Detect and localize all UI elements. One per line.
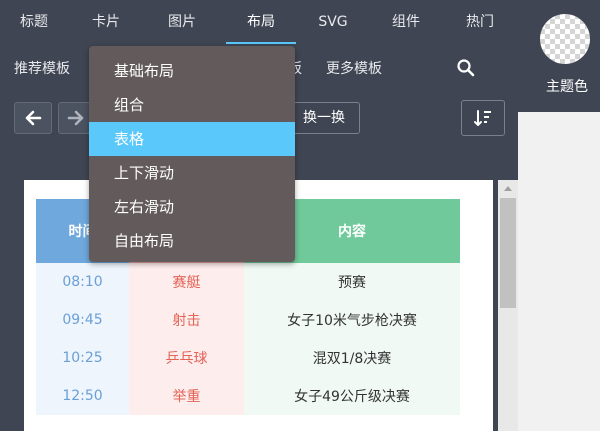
table-row: 08:10 赛艇 预赛 bbox=[36, 263, 460, 301]
table-row: 12:50 举重 女子49公斤级决赛 bbox=[36, 377, 460, 415]
table-cell-time: 08:10 bbox=[36, 263, 129, 301]
more-templates-link[interactable]: 更多模板 bbox=[326, 52, 382, 86]
table-row: 10:25 乒乓球 混双1/8决赛 bbox=[36, 339, 460, 377]
arrow-right-icon bbox=[67, 110, 84, 126]
scrollbar-thumb[interactable] bbox=[500, 198, 516, 308]
recommended-templates-link[interactable]: 推荐模板 bbox=[14, 52, 70, 86]
table-cell-event: 混双1/8决赛 bbox=[244, 339, 460, 377]
nav-tab-components[interactable]: 组件 bbox=[382, 0, 430, 44]
menu-item-free-layout[interactable]: 自由布局 bbox=[89, 224, 295, 258]
sort-button[interactable] bbox=[461, 100, 505, 136]
table-cell-sport: 射击 bbox=[129, 301, 244, 339]
side-canvas bbox=[518, 112, 600, 431]
table-cell-time: 12:50 bbox=[36, 377, 129, 415]
menu-item-basic-layout[interactable]: 基础布局 bbox=[89, 54, 295, 88]
layout-dropdown-menu: 基础布局 组合 表格 上下滑动 左右滑动 自由布局 bbox=[89, 46, 295, 262]
table-cell-sport: 乒乓球 bbox=[129, 339, 244, 377]
nav-tab-layout[interactable]: 布局 bbox=[226, 0, 296, 44]
nav-tab-card[interactable]: 卡片 bbox=[82, 0, 130, 44]
menu-item-horizontal-scroll[interactable]: 左右滑动 bbox=[89, 190, 295, 224]
theme-color-label[interactable]: 主题色 bbox=[538, 76, 596, 96]
table-cell-event: 预赛 bbox=[244, 263, 460, 301]
menu-item-table[interactable]: 表格 bbox=[89, 122, 295, 156]
table-cell-time: 10:25 bbox=[36, 339, 129, 377]
sort-icon bbox=[474, 110, 491, 126]
table-cell-event: 女子49公斤级决赛 bbox=[244, 377, 460, 415]
nav-tab-svg[interactable]: SVG bbox=[306, 0, 360, 44]
search-icon[interactable] bbox=[456, 58, 476, 78]
table-cell-sport: 赛艇 bbox=[129, 263, 244, 301]
table-cell-time: 09:45 bbox=[36, 301, 129, 339]
nav-tab-title[interactable]: 标题 bbox=[10, 0, 58, 44]
swap-button[interactable]: 换一换 bbox=[288, 102, 360, 134]
back-button[interactable] bbox=[14, 102, 52, 134]
forward-button[interactable] bbox=[58, 102, 92, 134]
menu-item-vertical-scroll[interactable]: 上下滑动 bbox=[89, 156, 295, 190]
table-cell-sport: 举重 bbox=[129, 377, 244, 415]
top-nav: 标题 卡片 图片 布局 SVG 组件 热门 bbox=[0, 0, 518, 44]
scroll-up-arrow-icon[interactable] bbox=[504, 186, 512, 191]
arrow-left-icon bbox=[25, 110, 42, 126]
theme-color-swatch[interactable] bbox=[540, 14, 590, 64]
nav-tab-image[interactable]: 图片 bbox=[158, 0, 206, 44]
menu-item-combination[interactable]: 组合 bbox=[89, 88, 295, 122]
table-row: 09:45 射击 女子10米气步枪决赛 bbox=[36, 301, 460, 339]
nav-tab-popular[interactable]: 热门 bbox=[456, 0, 504, 44]
table-cell-event: 女子10米气步枪决赛 bbox=[244, 301, 460, 339]
